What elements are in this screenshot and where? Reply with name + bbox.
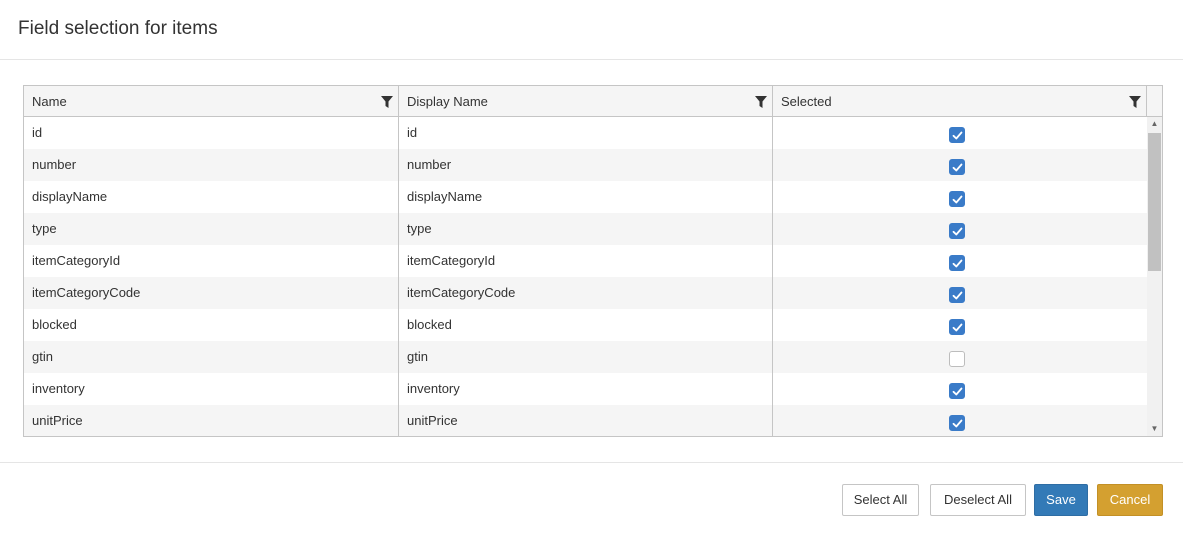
grid-body: id id number number displayName displayName ty… — [24, 117, 1147, 436]
dialog-header: Field selection for items — [0, 0, 1183, 60]
selected-checkbox[interactable] — [949, 255, 965, 271]
checkmark-icon — [952, 259, 963, 268]
cell-name: itemCategoryId — [24, 245, 399, 277]
dialog-title: Field selection for items — [18, 18, 218, 39]
grid-header: Name Display Name Selected — [24, 86, 1162, 117]
checkmark-icon — [952, 131, 963, 140]
cell-display-name: inventory — [399, 373, 773, 405]
cell-display-name: gtin — [399, 341, 773, 373]
column-header-selected[interactable]: Selected — [773, 86, 1147, 117]
scroll-down-arrow-icon[interactable]: ▼ — [1147, 422, 1162, 436]
selected-checkbox[interactable] — [949, 191, 965, 207]
cell-selected — [773, 309, 1147, 341]
fields-grid: Name Display Name Selected id id number num… — [23, 85, 1163, 437]
cell-selected — [773, 277, 1147, 309]
cell-name: id — [24, 117, 399, 149]
dialog-footer: Select All Deselect All Save Cancel — [0, 462, 1183, 537]
column-header-label: Name — [32, 94, 67, 109]
cell-selected — [773, 117, 1147, 149]
cell-name: displayName — [24, 181, 399, 213]
cell-display-name: blocked — [399, 309, 773, 341]
checkmark-icon — [952, 163, 963, 172]
cell-selected — [773, 341, 1147, 373]
table-row[interactable]: displayName displayName — [24, 181, 1147, 213]
table-row[interactable]: unitPrice unitPrice — [24, 405, 1147, 436]
selected-checkbox[interactable] — [949, 223, 965, 239]
deselect-all-button[interactable]: Deselect All — [930, 484, 1026, 516]
table-row[interactable]: id id — [24, 117, 1147, 149]
column-header-display-name[interactable]: Display Name — [399, 86, 773, 117]
cell-display-name: id — [399, 117, 773, 149]
cell-display-name: itemCategoryId — [399, 245, 773, 277]
cell-selected — [773, 373, 1147, 405]
cell-selected — [773, 213, 1147, 245]
selected-checkbox[interactable] — [949, 319, 965, 335]
table-row[interactable]: type type — [24, 213, 1147, 245]
cancel-button[interactable]: Cancel — [1097, 484, 1163, 516]
cell-selected — [773, 181, 1147, 213]
select-all-button[interactable]: Select All — [842, 484, 919, 516]
filter-icon[interactable] — [1128, 95, 1142, 109]
cell-display-name: type — [399, 213, 773, 245]
selected-checkbox[interactable] — [949, 415, 965, 431]
cell-display-name: itemCategoryCode — [399, 277, 773, 309]
cell-name: gtin — [24, 341, 399, 373]
cell-name: unitPrice — [24, 405, 399, 436]
selected-checkbox[interactable] — [949, 383, 965, 399]
table-row[interactable]: itemCategoryCode itemCategoryCode — [24, 277, 1147, 309]
selected-checkbox[interactable] — [949, 159, 965, 175]
cell-name: number — [24, 149, 399, 181]
checkmark-icon — [952, 195, 963, 204]
checkmark-icon — [952, 387, 963, 396]
checkmark-icon — [952, 419, 963, 428]
scroll-thumb[interactable] — [1148, 133, 1161, 271]
checkmark-icon — [952, 227, 963, 236]
cell-selected — [773, 405, 1147, 436]
table-row[interactable]: gtin gtin — [24, 341, 1147, 373]
field-selection-dialog: Field selection for items Name Display N… — [0, 0, 1193, 537]
cell-display-name: displayName — [399, 181, 773, 213]
cell-name: type — [24, 213, 399, 245]
cell-display-name: number — [399, 149, 773, 181]
scroll-up-arrow-icon[interactable]: ▲ — [1147, 117, 1162, 131]
filter-icon[interactable] — [754, 95, 768, 109]
cell-selected — [773, 245, 1147, 277]
cell-name: blocked — [24, 309, 399, 341]
table-row[interactable]: blocked blocked — [24, 309, 1147, 341]
checkmark-icon — [952, 323, 963, 332]
column-header-name[interactable]: Name — [24, 86, 399, 117]
header-scroll-spacer — [1147, 86, 1162, 117]
cell-selected — [773, 149, 1147, 181]
vertical-scrollbar[interactable]: ▲ ▼ — [1147, 117, 1162, 436]
cell-display-name: unitPrice — [399, 405, 773, 436]
save-button[interactable]: Save — [1034, 484, 1088, 516]
filter-icon[interactable] — [380, 95, 394, 109]
selected-checkbox[interactable] — [949, 127, 965, 143]
cell-name: inventory — [24, 373, 399, 405]
checkmark-icon — [952, 291, 963, 300]
selected-checkbox[interactable] — [949, 287, 965, 303]
table-row[interactable]: number number — [24, 149, 1147, 181]
column-header-label: Selected — [781, 94, 832, 109]
table-row[interactable]: itemCategoryId itemCategoryId — [24, 245, 1147, 277]
cell-name: itemCategoryCode — [24, 277, 399, 309]
selected-checkbox[interactable] — [949, 351, 965, 367]
table-row[interactable]: inventory inventory — [24, 373, 1147, 405]
column-header-label: Display Name — [407, 94, 488, 109]
